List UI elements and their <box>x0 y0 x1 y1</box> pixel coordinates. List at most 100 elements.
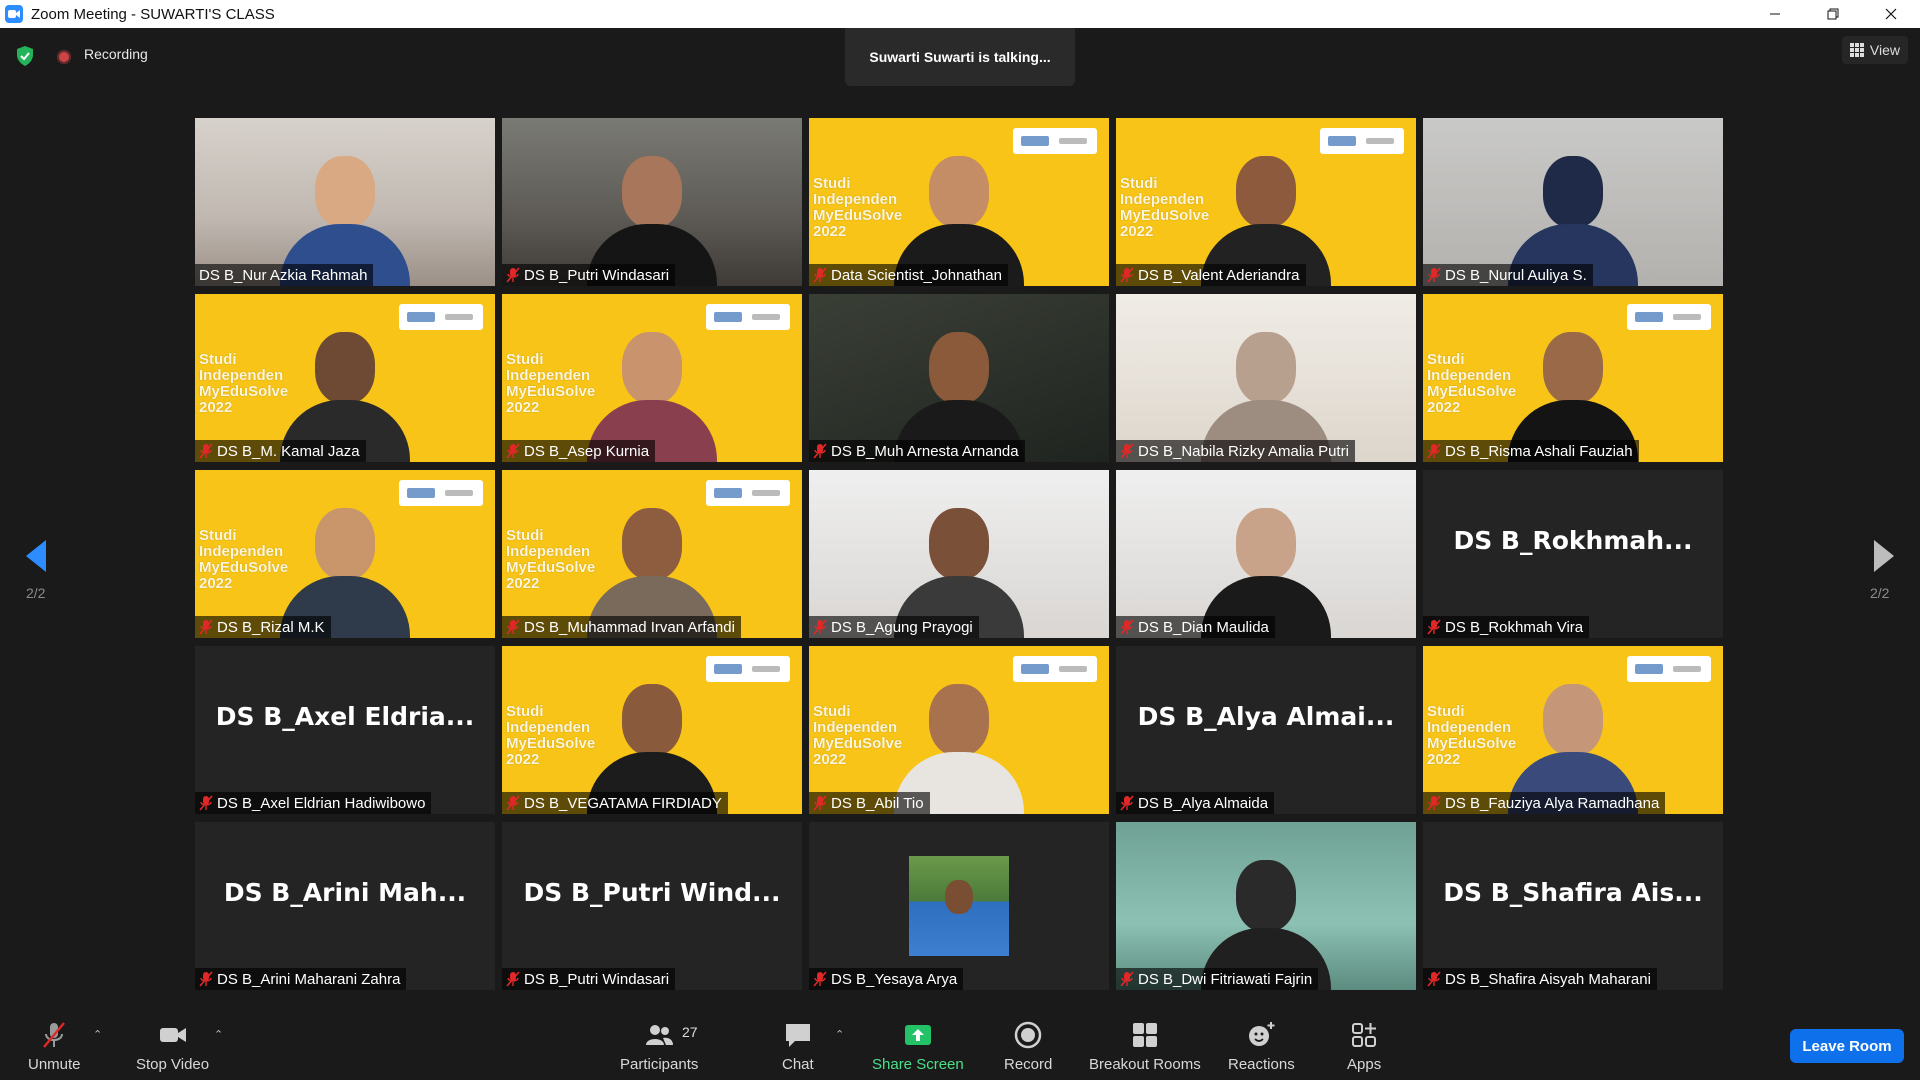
profile-picture <box>909 856 1009 956</box>
video-tile[interactable]: DS B_Nur Azkia Rahmah <box>195 118 495 286</box>
participant-name: DS B_Muhammad Irvan Arfandi <box>524 618 735 636</box>
muted-mic-icon <box>813 267 827 283</box>
video-tile[interactable]: DS B_Muh Arnesta Arnanda <box>809 294 1109 462</box>
muted-mic-icon <box>1427 971 1441 987</box>
participants-icon <box>646 1025 674 1045</box>
video-tile[interactable]: DS B_Shafira Ais... DS B_Shafira Aisyah … <box>1423 822 1723 990</box>
muted-mic-icon <box>199 443 213 459</box>
video-tile[interactable]: Studi Independen MyEduSolve 2022 DS B_M.… <box>195 294 495 462</box>
record-button[interactable]: Record <box>1004 1020 1052 1073</box>
kampus-merdeka-logo <box>706 656 790 682</box>
share-screen-icon <box>904 1025 931 1045</box>
video-tile[interactable]: Studi Independen MyEduSolve 2022 DS B_As… <box>502 294 802 462</box>
reactions-smiley-icon <box>1249 1022 1275 1046</box>
muted-mic-icon <box>813 795 827 811</box>
recording-label: Recording <box>84 46 148 62</box>
reactions-button[interactable]: Reactions <box>1228 1020 1295 1073</box>
participant-name: DS B_Dian Maulida <box>1138 618 1269 636</box>
virtual-background-text: Studi Independen MyEduSolve 2022 <box>199 527 289 592</box>
apps-button[interactable]: Apps <box>1347 1020 1381 1073</box>
chat-button[interactable]: Chat <box>782 1020 814 1073</box>
kampus-merdeka-logo <box>1627 656 1711 682</box>
participant-name: DS B_Rizal M.K <box>217 618 325 636</box>
view-label: View <box>1869 42 1900 58</box>
participant-name: DS B_Dwi Fitriawati Fajrin <box>1138 970 1313 988</box>
audio-options-caret-icon[interactable]: ⌃ <box>93 1028 102 1041</box>
view-button[interactable]: View <box>1841 36 1908 64</box>
chat-options-caret-icon[interactable]: ⌃ <box>835 1028 844 1041</box>
muted-mic-icon <box>1120 443 1134 459</box>
leave-room-button[interactable]: Leave Room <box>1790 1029 1904 1063</box>
virtual-background-text: Studi Independen MyEduSolve 2022 <box>199 351 289 416</box>
video-tile[interactable]: DS B_Dian Maulida <box>1116 470 1416 638</box>
unmute-label: Unmute <box>28 1056 81 1073</box>
next-page-icon[interactable] <box>1870 536 1898 576</box>
virtual-background-text: Studi Independen MyEduSolve 2022 <box>506 703 596 768</box>
chat-bubble-icon <box>785 1024 810 1047</box>
video-tile[interactable]: DS B_Axel Eldria... DS B_Axel Eldrian Ha… <box>195 646 495 814</box>
window-title: Zoom Meeting - SUWARTI'S CLASS <box>31 5 275 23</box>
video-options-caret-icon[interactable]: ⌃ <box>214 1028 223 1041</box>
participant-name: DS B_Alya Almaida <box>1138 794 1269 812</box>
virtual-background-text: Studi Independen MyEduSolve 2022 <box>506 527 596 592</box>
muted-mic-icon <box>506 443 520 459</box>
previous-page-icon[interactable] <box>22 536 50 576</box>
video-tile[interactable]: DS B_Dwi Fitriawati Fajrin <box>1116 822 1416 990</box>
breakout-rooms-label: Breakout Rooms <box>1089 1056 1201 1073</box>
zoom-app-icon <box>5 5 23 23</box>
virtual-background-text: Studi Independen MyEduSolve 2022 <box>813 703 903 768</box>
video-tile[interactable]: Studi Independen MyEduSolve 2022 DS B_Ri… <box>1423 294 1723 462</box>
video-tile[interactable]: Studi Independen MyEduSolve 2022 DS B_Mu… <box>502 470 802 638</box>
muted-mic-icon <box>506 619 520 635</box>
muted-mic-icon <box>1427 443 1441 459</box>
virtual-background-text: Studi Independen MyEduSolve 2022 <box>1427 703 1517 768</box>
muted-mic-icon <box>813 619 827 635</box>
kampus-merdeka-logo <box>1320 128 1404 154</box>
chat-label: Chat <box>782 1056 814 1073</box>
participant-display-name: DS B_Axel Eldria... <box>215 701 475 731</box>
video-tile[interactable]: Studi Independen MyEduSolve 2022 Data Sc… <box>809 118 1109 286</box>
security-shield-icon[interactable] <box>16 46 34 66</box>
video-tile[interactable]: DS B_Nabila Rizky Amalia Putri <box>1116 294 1416 462</box>
video-tile[interactable]: Studi Independen MyEduSolve 2022 DS B_Ri… <box>195 470 495 638</box>
video-tile[interactable]: DS B_Putri Windasari <box>502 118 802 286</box>
video-tile[interactable]: DS B_Nurul Auliya S. <box>1423 118 1723 286</box>
video-tile[interactable]: DS B_Agung Prayogi <box>809 470 1109 638</box>
participant-name: DS B_Yesaya Arya <box>831 970 958 988</box>
stop-video-button[interactable]: Stop Video <box>136 1020 209 1073</box>
minimize-button[interactable] <box>1746 0 1804 28</box>
video-tile[interactable]: Studi Independen MyEduSolve 2022 DS B_VE… <box>502 646 802 814</box>
breakout-rooms-button[interactable]: Breakout Rooms <box>1089 1020 1201 1073</box>
video-tile[interactable]: DS B_Alya Almai... DS B_Alya Almaida <box>1116 646 1416 814</box>
participant-name: DS B_Putri Windasari <box>524 970 670 988</box>
share-screen-label: Share Screen <box>872 1056 964 1073</box>
video-tile[interactable]: Studi Independen MyEduSolve 2022 DS B_Fa… <box>1423 646 1723 814</box>
muted-mic-icon <box>199 619 213 635</box>
video-tile[interactable]: DS B_Arini Mah... DS B_Arini Maharani Za… <box>195 822 495 990</box>
share-screen-button[interactable]: Share Screen <box>872 1020 964 1073</box>
muted-mic-icon <box>1120 971 1134 987</box>
video-tile[interactable]: Studi Independen MyEduSolve 2022 DS B_Ab… <box>809 646 1109 814</box>
participants-count: 27 <box>682 1024 698 1040</box>
video-tile[interactable]: Studi Independen MyEduSolve 2022 DS B_Va… <box>1116 118 1416 286</box>
kampus-merdeka-logo <box>1013 656 1097 682</box>
muted-mic-icon <box>813 443 827 459</box>
video-tile[interactable]: DS B_Putri Wind... DS B_Putri Windasari <box>502 822 802 990</box>
kampus-merdeka-logo <box>706 304 790 330</box>
virtual-background-text: Studi Independen MyEduSolve 2022 <box>1427 351 1517 416</box>
video-tile[interactable]: DS B_Rokhmah... DS B_Rokhmah Vira <box>1423 470 1723 638</box>
unmute-button[interactable]: Unmute <box>28 1020 81 1073</box>
participant-name: DS B_Nur Azkia Rahmah <box>199 266 368 284</box>
muted-mic-icon <box>1120 619 1134 635</box>
virtual-background-text: Studi Independen MyEduSolve 2022 <box>1120 175 1210 240</box>
apps-label: Apps <box>1347 1056 1382 1073</box>
close-button[interactable] <box>1862 0 1920 28</box>
participant-name: DS B_Shafira Aisyah Maharani <box>1445 970 1651 988</box>
muted-mic-icon <box>813 971 827 987</box>
participant-display-name: DS B_Rokhmah... <box>1453 525 1693 555</box>
muted-mic-icon <box>506 971 520 987</box>
video-tile[interactable]: DS B_Yesaya Arya <box>809 822 1109 990</box>
recording-icon[interactable] <box>57 50 71 64</box>
muted-mic-icon <box>199 795 213 811</box>
restore-button[interactable] <box>1804 0 1862 28</box>
